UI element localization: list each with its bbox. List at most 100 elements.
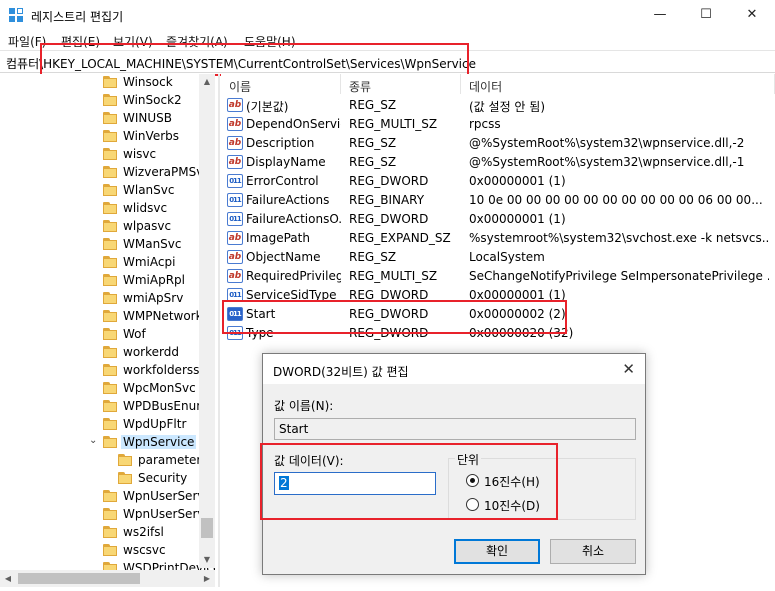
tree-scroll-thumb[interactable] xyxy=(201,518,213,538)
binary-value-icon: 011 xyxy=(227,307,243,321)
dec-label[interactable]: 10진수(D) xyxy=(484,497,540,514)
value-row[interactable]: 011 Type REG_DWORD 0x00000020 (32) xyxy=(221,324,775,343)
value-row[interactable]: ab Description REG_SZ @%SystemRoot%\system3… xyxy=(221,134,775,153)
column-header-type[interactable]: 종류 xyxy=(341,74,461,94)
tree-item[interactable]: Winsock xyxy=(0,74,200,92)
string-value-icon: ab xyxy=(227,269,243,283)
tree-hscroll-thumb[interactable] xyxy=(18,573,140,584)
folder-icon xyxy=(103,148,117,160)
value-row[interactable]: ab ObjectName REG_SZ LocalSystem xyxy=(221,248,775,267)
value-name: ObjectName xyxy=(246,250,321,264)
folder-icon xyxy=(103,130,117,142)
value-data: 10 0e 00 00 00 00 00 00 00 00 00 00 06 0… xyxy=(469,193,763,207)
tree-item[interactable]: WINUSB xyxy=(0,110,200,128)
tree-item[interactable]: workfolderssvc xyxy=(0,362,213,380)
value-data-input[interactable]: 2 xyxy=(274,472,436,495)
tree-item[interactable]: WmiApRpl xyxy=(0,272,200,290)
tree-horizontal-scrollbar[interactable]: ◀ ▶ xyxy=(0,570,215,587)
address-path[interactable]: 컴퓨터\HKEY_LOCAL_MACHINE\SYSTEM\CurrentCon… xyxy=(6,55,476,72)
value-row[interactable]: ab DisplayName REG_SZ @%SystemRoot%\system3… xyxy=(221,153,775,172)
tree-item[interactable]: wlidsvc xyxy=(0,200,200,218)
scroll-right-icon[interactable]: ▶ xyxy=(199,570,215,587)
value-row[interactable]: ab ImagePath REG_EXPAND_SZ %systemroot%\sys… xyxy=(221,229,775,248)
tree-item[interactable]: WpnUserService xyxy=(0,488,215,506)
value-data: @%SystemRoot%\system32\wpnservice.dll,-1 xyxy=(469,155,745,169)
value-type: REG_SZ xyxy=(349,250,397,264)
value-data-label: 값 데이터(V): xyxy=(274,454,344,468)
value-row[interactable]: 011 ErrorControl REG_DWORD 0x00000001 (1) xyxy=(221,172,775,191)
value-row[interactable]: 011 FailureActions REG_BINARY 10 0e 00 00 0… xyxy=(221,191,775,210)
registry-editor-icon xyxy=(9,8,23,22)
string-value-icon: ab xyxy=(227,155,243,169)
value-row[interactable]: 011 ServiceSidType REG_DWORD 0x00000001 (1) xyxy=(221,286,775,305)
menu-help[interactable]: 도움말(H) xyxy=(244,33,296,50)
hex-label[interactable]: 16진수(H) xyxy=(484,473,540,490)
value-row[interactable]: 011 FailureActionsO... REG_DWORD 0x00000001… xyxy=(221,210,775,229)
menu-favorites[interactable]: 즐겨찾기(A) xyxy=(166,33,228,50)
tree-item-label: WinSock2 xyxy=(123,93,182,107)
tree-item[interactable]: WPDBusEnum xyxy=(0,398,208,416)
value-data: (값 설정 안 됨) xyxy=(469,100,546,114)
folder-icon xyxy=(103,292,117,304)
value-name: FailureActionsO... xyxy=(246,212,341,226)
menu-edit[interactable]: 편집(E) xyxy=(61,33,100,50)
tree-item[interactable]: WpcMonSvc xyxy=(0,380,200,398)
value-row[interactable]: ab (기본값) REG_SZ (값 설정 안 됨) xyxy=(221,96,775,115)
folder-icon xyxy=(103,418,117,430)
tree-item[interactable]: wlpasvc xyxy=(0,218,200,236)
close-button[interactable]: ✕ xyxy=(729,0,775,30)
tree-item[interactable]: wmiApSrv xyxy=(0,290,200,308)
tree-item[interactable]: wisvc xyxy=(0,146,200,164)
tree-item[interactable]: WmiAcpi xyxy=(0,254,200,272)
minimize-button[interactable]: — xyxy=(637,0,683,30)
tree-item[interactable]: Wof xyxy=(0,326,200,344)
binary-value-icon: 011 xyxy=(227,326,243,340)
dialog-close-icon[interactable]: ✕ xyxy=(622,360,635,378)
scroll-down-icon[interactable]: ▼ xyxy=(199,552,215,568)
key-tree: Winsock WinSock2 WINUSB WinVerbs wisvc Wizver… xyxy=(0,74,215,577)
tree-vertical-scrollbar[interactable]: ▲ ▼ xyxy=(199,74,215,568)
tree-item[interactable]: WlanSvc xyxy=(0,182,200,200)
value-data: LocalSystem xyxy=(469,250,545,264)
value-row[interactable]: 011 Start REG_DWORD 0x00000002 (2) xyxy=(221,305,775,324)
expand-chevron-icon[interactable]: ⌄ xyxy=(89,435,97,446)
value-row[interactable]: abRequiredPrivilege... REG_MULTI_SZ SeChan… xyxy=(221,267,775,286)
value-data-text: 2 xyxy=(279,476,289,490)
ok-button[interactable]: 확인 xyxy=(454,539,540,564)
address-bar[interactable]: 컴퓨터\HKEY_LOCAL_MACHINE\SYSTEM\CurrentCon… xyxy=(0,50,775,73)
scroll-left-icon[interactable]: ◀ xyxy=(0,570,16,587)
tree-item[interactable]: WinSock2 xyxy=(0,92,200,110)
folder-icon xyxy=(103,256,117,268)
tree-item[interactable]: WinVerbs xyxy=(0,128,200,146)
tree-item[interactable]: ws2ifsl xyxy=(0,524,200,542)
tree-item[interactable]: WpdUpFltr xyxy=(0,416,200,434)
value-data: 0x00000001 (1) xyxy=(469,288,566,302)
dec-radio[interactable] xyxy=(466,498,479,511)
value-name: DependOnService xyxy=(246,117,341,131)
column-header-data[interactable]: 데이터 xyxy=(461,74,775,94)
pane-splitter[interactable] xyxy=(218,74,220,587)
tree-item[interactable]: Security xyxy=(0,470,200,488)
hex-radio[interactable] xyxy=(466,474,479,487)
value-type: REG_MULTI_SZ xyxy=(349,117,438,131)
tree-item[interactable]: wscsvc xyxy=(0,542,200,560)
edit-dword-dialog: DWORD(32비트) 값 편집 ✕ 값 이름(N): Start 값 데이터(… xyxy=(262,353,646,575)
cancel-button[interactable]: 취소 xyxy=(550,539,636,564)
scroll-up-icon[interactable]: ▲ xyxy=(199,74,215,90)
value-row[interactable]: abDependOnService REG_MULTI_SZ rpcss xyxy=(221,115,775,134)
tree-item[interactable]: WManSvc xyxy=(0,236,200,254)
tree-item-label: workerdd xyxy=(123,345,179,359)
folder-icon xyxy=(103,382,117,394)
tree-item[interactable]: workerdd xyxy=(0,344,200,362)
tree-item[interactable]: WMPNetworkSvc xyxy=(0,308,215,326)
tree-item[interactable]: WpnUserService_ xyxy=(0,506,215,524)
tree-item[interactable]: WizveraPMSvc xyxy=(0,164,210,182)
maximize-button[interactable]: ☐ xyxy=(683,0,729,30)
tree-item-label: wscsvc xyxy=(123,543,166,557)
menu-view[interactable]: 보기(V) xyxy=(113,33,153,50)
value-name: ErrorControl xyxy=(246,174,319,188)
tree-item[interactable]: ⌄ WpnService xyxy=(0,434,200,452)
menu-file[interactable]: 파일(F) xyxy=(8,33,46,50)
column-header-name[interactable]: 이름 xyxy=(221,74,341,94)
tree-item[interactable]: parameters xyxy=(0,452,208,470)
